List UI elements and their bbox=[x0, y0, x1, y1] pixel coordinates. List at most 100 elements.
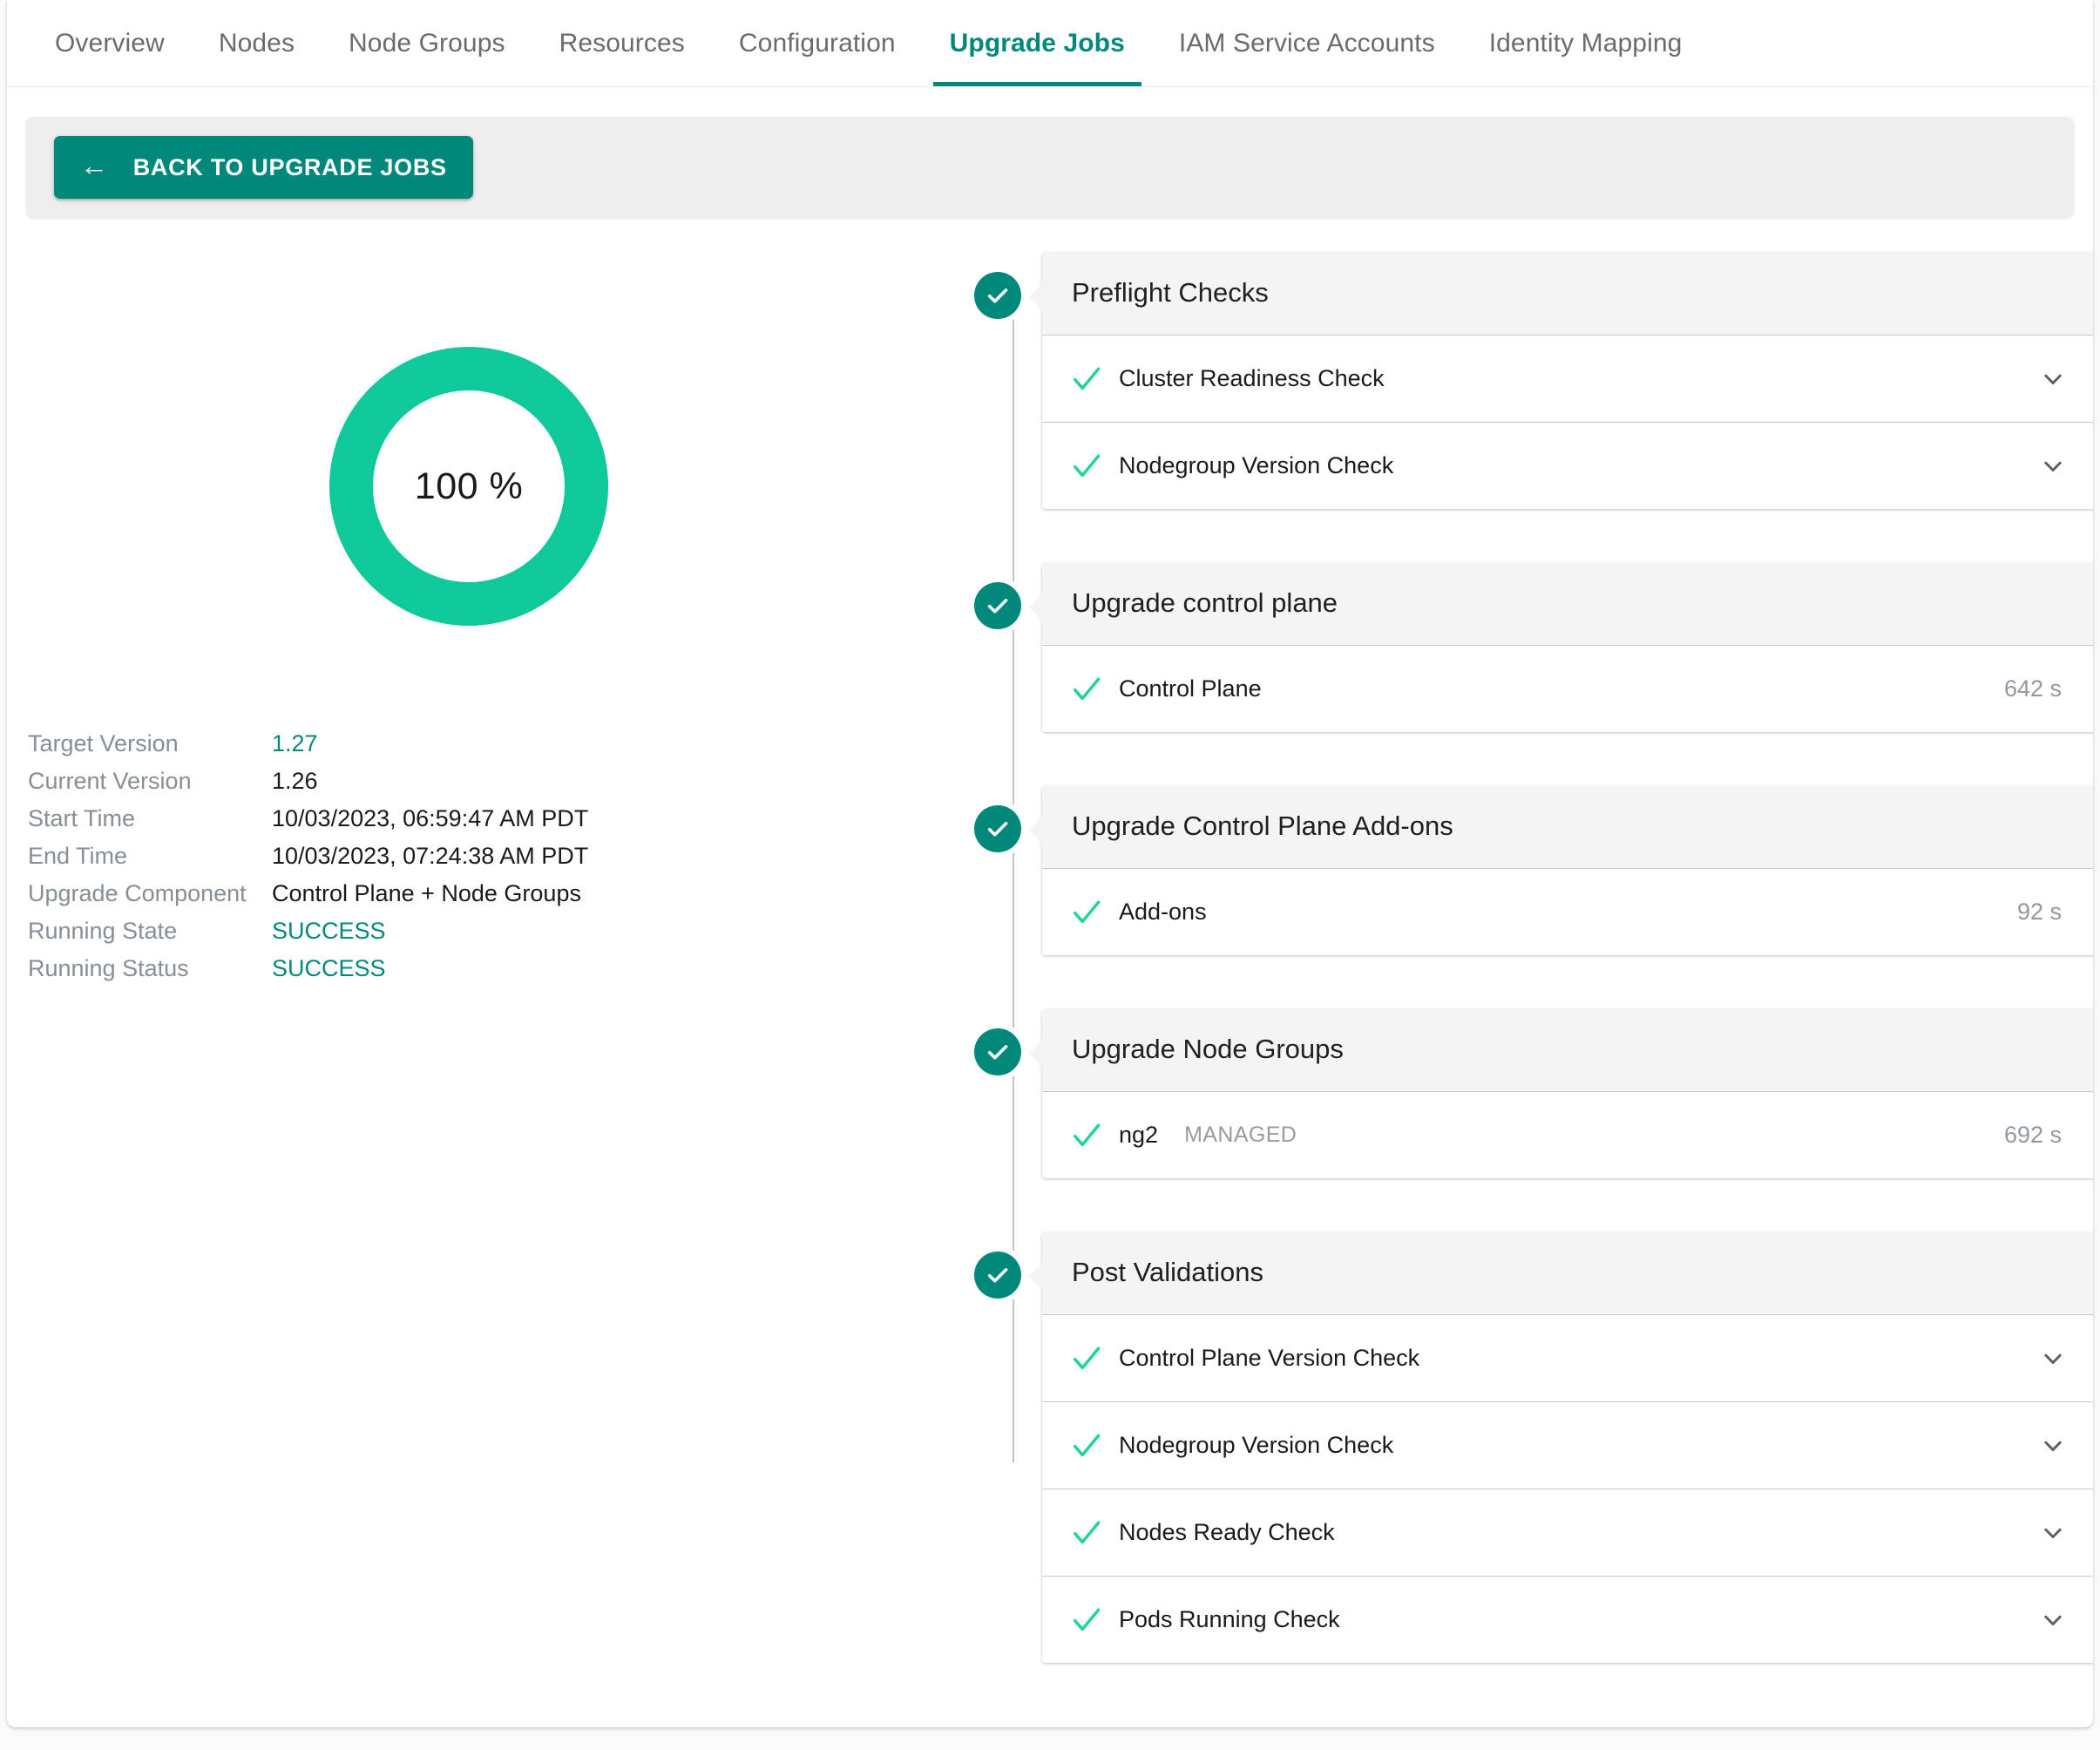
step-card: Upgrade control plane Control Plane 642 s bbox=[1029, 563, 2093, 732]
upgrade-steps-timeline: Preflight Checks Cluster Readiness Check N… bbox=[974, 253, 2093, 1663]
step-item-label: Control Plane Version Check bbox=[1119, 1345, 1420, 1371]
tab-upgrade-jobs[interactable]: Upgrade Jobs bbox=[923, 0, 1152, 86]
step-item[interactable]: Add-ons 92 s bbox=[1042, 869, 2093, 955]
detail-key: End Time bbox=[28, 843, 128, 869]
detail-key: Running State bbox=[28, 918, 178, 944]
detail-key: Running Status bbox=[28, 955, 189, 981]
tab-identity-mapping[interactable]: Identity Mapping bbox=[1462, 0, 1710, 86]
check-circle-icon bbox=[974, 805, 1021, 852]
step-item[interactable]: Control Plane 642 s bbox=[1042, 646, 2093, 732]
step-item-label: Control Plane bbox=[1119, 675, 1262, 702]
tab-nodes[interactable]: Nodes bbox=[192, 0, 322, 86]
step-item[interactable]: ng2 MANAGED 692 s bbox=[1042, 1092, 2093, 1178]
step-title: Upgrade control plane bbox=[1042, 563, 2093, 646]
detail-row: End Time 10/03/2023, 07:24:38 AM PDT bbox=[28, 843, 931, 880]
chevron-down-icon[interactable] bbox=[2034, 1433, 2072, 1459]
step-item-tag: MANAGED bbox=[1184, 1123, 1297, 1147]
step-item-list: Control Plane 642 s bbox=[1042, 646, 2093, 732]
detail-row: Running Status SUCCESS bbox=[28, 955, 931, 993]
tab-label: Overview bbox=[55, 28, 165, 58]
step-item-label: Cluster Readiness Check bbox=[1119, 365, 1385, 391]
check-icon bbox=[1070, 673, 1119, 706]
step-card: Upgrade Control Plane Add-ons Add-ons 92 s bbox=[1029, 786, 2093, 955]
step-item-duration: 642 s bbox=[2003, 675, 2062, 702]
timeline-step: Post Validations Control Plane Version Ch… bbox=[974, 1232, 2093, 1663]
detail-key: Target Version bbox=[28, 730, 179, 756]
cluster-detail-panel: Overview Nodes Node Groups Resources Configu… bbox=[7, 0, 2093, 1727]
chevron-down-icon[interactable] bbox=[2034, 366, 2072, 392]
step-item-list: Control Plane Version Check Nodegroup Ver… bbox=[1042, 1315, 2093, 1663]
step-item[interactable]: Cluster Readiness Check bbox=[1042, 336, 2093, 423]
progress-ring-hole: 100 % bbox=[373, 390, 565, 582]
chevron-down-icon[interactable] bbox=[2034, 1607, 2072, 1633]
detail-row: Target Version 1.27 bbox=[28, 730, 931, 768]
tab-iam-service-accounts[interactable]: IAM Service Accounts bbox=[1152, 0, 1462, 86]
step-item-list: ng2 MANAGED 692 s bbox=[1042, 1092, 2093, 1178]
tab-list: Overview Nodes Node Groups Resources Configu… bbox=[7, 0, 2093, 86]
timeline-step-list: Preflight Checks Cluster Readiness Check N… bbox=[974, 253, 2093, 1663]
step-title: Preflight Checks bbox=[1042, 253, 2093, 336]
tab-node-groups[interactable]: Node Groups bbox=[322, 0, 532, 86]
chevron-down-icon[interactable] bbox=[2034, 1346, 2072, 1372]
step-item-label: Pods Running Check bbox=[1119, 1606, 1340, 1632]
check-icon bbox=[1070, 1429, 1119, 1462]
timeline-step: Preflight Checks Cluster Readiness Check N… bbox=[974, 253, 2093, 509]
step-card: Preflight Checks Cluster Readiness Check N… bbox=[1029, 253, 2093, 509]
detail-value: SUCCESS bbox=[272, 918, 386, 944]
check-icon bbox=[1070, 1516, 1119, 1550]
step-item[interactable]: Pods Running Check bbox=[1042, 1577, 2093, 1663]
tab-overview[interactable]: Overview bbox=[28, 0, 192, 86]
step-item-list: Add-ons 92 s bbox=[1042, 869, 2093, 955]
detail-value: 1.27 bbox=[272, 730, 318, 756]
tab-label: IAM Service Accounts bbox=[1178, 28, 1435, 58]
tab-label: Node Groups bbox=[349, 28, 505, 58]
step-card: Post Validations Control Plane Version Ch… bbox=[1029, 1232, 2093, 1663]
detail-value: 1.26 bbox=[272, 768, 318, 794]
step-item-list: Cluster Readiness Check Nodegroup Version… bbox=[1042, 336, 2093, 509]
tab-configuration[interactable]: Configuration bbox=[712, 0, 923, 86]
tab-label: Upgrade Jobs bbox=[949, 28, 1125, 58]
tab-resources[interactable]: Resources bbox=[532, 0, 712, 86]
step-item[interactable]: Control Plane Version Check bbox=[1042, 1315, 2093, 1402]
check-icon bbox=[1070, 450, 1119, 483]
step-item[interactable]: Nodegroup Version Check bbox=[1042, 423, 2093, 509]
summary-panel: 100 % Target Version 1.27 Current Version 1… bbox=[7, 253, 931, 993]
detail-row: Start Time 10/03/2023, 06:59:47 AM PDT bbox=[28, 805, 931, 843]
detail-key: Current Version bbox=[28, 768, 192, 794]
check-circle-icon bbox=[974, 272, 1021, 319]
check-circle-icon bbox=[974, 1251, 1021, 1299]
step-item-duration: 92 s bbox=[2016, 899, 2062, 925]
chevron-down-icon[interactable] bbox=[2034, 1520, 2072, 1546]
back-to-upgrade-jobs-button[interactable]: ← BACK TO UPGRADE JOBS bbox=[54, 136, 473, 199]
step-item[interactable]: Nodegroup Version Check bbox=[1042, 1402, 2093, 1489]
check-icon bbox=[1070, 1342, 1119, 1375]
step-item-duration: 692 s bbox=[2003, 1122, 2062, 1148]
step-item-label: Add-ons bbox=[1119, 899, 1207, 925]
check-icon bbox=[1070, 1119, 1119, 1152]
tab-label: Resources bbox=[559, 28, 685, 58]
job-details-list: Target Version 1.27 Current Version 1.26 Sta… bbox=[7, 730, 931, 993]
step-card: Upgrade Node Groups ng2 MANAGED 692 s bbox=[1029, 1009, 2093, 1178]
tab-label: Nodes bbox=[218, 28, 295, 58]
page-root: Overview Nodes Node Groups Resources Configu… bbox=[0, 0, 2100, 1750]
detail-value: 10/03/2023, 06:59:47 AM PDT bbox=[272, 805, 589, 831]
progress-donut: 100 % bbox=[329, 347, 608, 626]
step-title: Post Validations bbox=[1042, 1232, 2093, 1315]
step-item-label: Nodes Ready Check bbox=[1119, 1519, 1335, 1545]
detail-value: 10/03/2023, 07:24:38 AM PDT bbox=[272, 843, 589, 869]
timeline-step: Upgrade control plane Control Plane 642 s bbox=[974, 563, 2093, 732]
check-icon bbox=[1070, 1604, 1119, 1637]
step-item-label: Nodegroup Version Check bbox=[1119, 452, 1394, 478]
check-icon bbox=[1070, 363, 1119, 396]
check-circle-icon bbox=[974, 582, 1021, 629]
step-item-label: Nodegroup Version Check bbox=[1119, 1432, 1394, 1458]
step-title: Upgrade Control Plane Add-ons bbox=[1042, 786, 2093, 869]
timeline-step: Upgrade Node Groups ng2 MANAGED 692 s bbox=[974, 1009, 2093, 1178]
chevron-down-icon[interactable] bbox=[2034, 453, 2072, 479]
check-icon bbox=[1070, 896, 1119, 929]
back-button-label: BACK TO UPGRADE JOBS bbox=[132, 153, 447, 180]
timeline-step: Upgrade Control Plane Add-ons Add-ons 92 s bbox=[974, 786, 2093, 955]
detail-value: SUCCESS bbox=[272, 955, 386, 981]
tab-label: Identity Mapping bbox=[1488, 28, 1683, 58]
step-item[interactable]: Nodes Ready Check bbox=[1042, 1489, 2093, 1577]
